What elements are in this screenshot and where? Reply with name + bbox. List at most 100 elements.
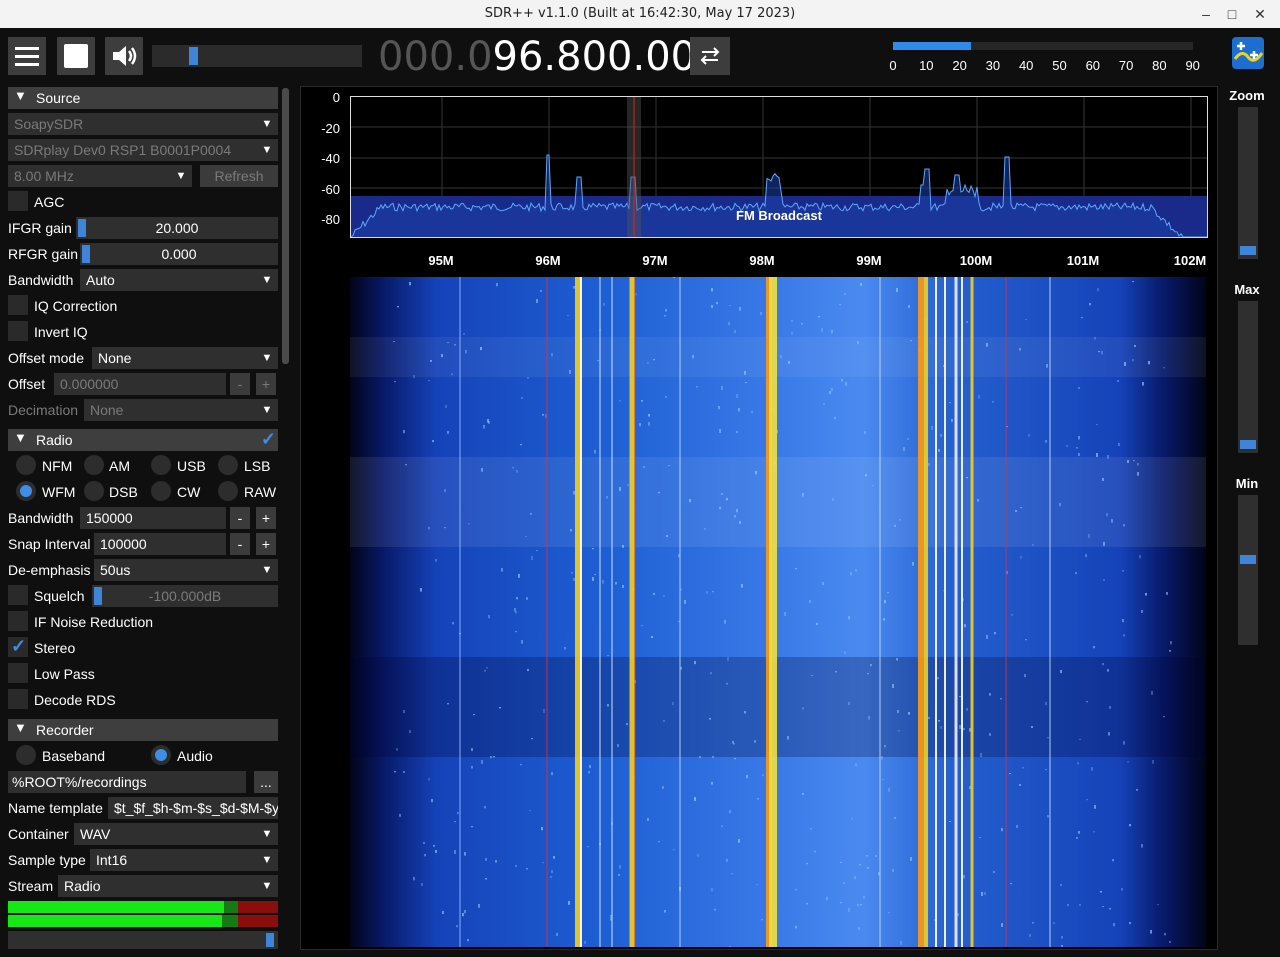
rfgr-gain-slider[interactable]: 0.000 bbox=[80, 243, 278, 265]
sample-rate-select[interactable]: 8.00 MHz ▼ bbox=[8, 165, 192, 187]
zoom-slider[interactable] bbox=[1238, 107, 1258, 259]
waterfall-speckle bbox=[464, 852, 466, 856]
source-driver-select[interactable]: SoapySDR ▼ bbox=[8, 113, 278, 135]
offset-input[interactable]: 0.000000 bbox=[54, 373, 226, 395]
squelch-checkbox[interactable] bbox=[8, 585, 28, 605]
recorder-volume-slider[interactable] bbox=[8, 931, 278, 949]
offset-increment-button[interactable]: + bbox=[256, 373, 276, 395]
ifgr-gain-slider[interactable]: 20.000 bbox=[76, 217, 278, 239]
baseband-radio[interactable] bbox=[16, 745, 36, 765]
radio-bandwidth-input[interactable]: 150000 bbox=[80, 507, 226, 529]
waterfall-speckle bbox=[521, 397, 523, 399]
volume-slider-thumb[interactable] bbox=[189, 47, 198, 65]
audio-radio[interactable] bbox=[151, 745, 171, 765]
spectrum-plot[interactable]: FM Broadcast bbox=[350, 96, 1208, 238]
mute-button[interactable] bbox=[105, 37, 143, 75]
waterfall-speckle bbox=[1045, 702, 1047, 706]
offset-value: 0.000000 bbox=[60, 376, 119, 392]
device-select[interactable]: SDRplay Dev0 RSP1 B0001P0004 ▼ bbox=[8, 139, 278, 161]
snap-interval-value: 100000 bbox=[100, 536, 147, 552]
agc-checkbox[interactable] bbox=[8, 191, 28, 211]
menu-button[interactable] bbox=[8, 37, 46, 75]
waterfall-speckle bbox=[724, 620, 726, 624]
offset-decrement-button[interactable]: - bbox=[230, 373, 250, 395]
spectrum-x-tick: 99M bbox=[856, 253, 882, 268]
invert-iq-checkbox[interactable] bbox=[8, 321, 28, 341]
waterfall-speckle bbox=[1001, 828, 1003, 832]
rfgr-label: RFGR gain bbox=[8, 246, 79, 262]
waterfall-speckle bbox=[898, 730, 900, 732]
stop-button[interactable] bbox=[57, 37, 95, 75]
recording-path-input[interactable]: %ROOT%/recordings bbox=[8, 771, 246, 793]
frequency-display[interactable]: 000.096.800.000 bbox=[378, 34, 722, 80]
mode-radio-raw[interactable] bbox=[218, 481, 238, 501]
close-icon[interactable]: ✕ bbox=[1250, 4, 1270, 24]
deemphasis-select[interactable]: 50us ▼ bbox=[94, 559, 278, 581]
waterfall-speckle bbox=[430, 360, 432, 362]
waterfall-speckle bbox=[393, 341, 395, 343]
waterfall-speckle bbox=[1081, 317, 1083, 319]
maximize-icon[interactable]: □ bbox=[1222, 4, 1242, 24]
frequency-digits[interactable]: 96.800.000 bbox=[493, 34, 722, 80]
decode-rds-checkbox[interactable] bbox=[8, 689, 28, 709]
snr-meter-fill bbox=[893, 42, 971, 50]
radio-header[interactable]: ▼ Radio ✓ bbox=[8, 429, 278, 451]
container-select[interactable]: WAV ▼ bbox=[74, 823, 278, 845]
mode-radio-dsb[interactable] bbox=[84, 481, 104, 501]
snap-increment-button[interactable]: + bbox=[256, 533, 276, 555]
waterfall-speckle bbox=[738, 408, 740, 412]
iq-correction-checkbox[interactable] bbox=[8, 295, 28, 315]
sample-type-select[interactable]: Int16 ▼ bbox=[90, 849, 278, 871]
waterfall-speckle bbox=[839, 304, 841, 306]
volume-slider[interactable] bbox=[152, 45, 362, 67]
mode-radio-cw[interactable] bbox=[151, 481, 171, 501]
name-template-input[interactable]: $t_$f_$h-$m-$s_$d-$M-$y bbox=[108, 797, 278, 819]
waterfall-speckle bbox=[1025, 319, 1027, 321]
radio-enabled-check-icon[interactable]: ✓ bbox=[261, 429, 276, 450]
side-panel-scrollbar[interactable] bbox=[282, 88, 289, 364]
refresh-button[interactable]: Refresh bbox=[200, 165, 278, 187]
recorder-volume-thumb[interactable] bbox=[266, 933, 274, 947]
waterfall-speckle bbox=[908, 712, 910, 715]
waterfall-speckle bbox=[428, 778, 430, 781]
stereo-checkbox[interactable] bbox=[8, 636, 28, 657]
recorder-header[interactable]: ▼ Recorder bbox=[8, 719, 278, 741]
mode-radio-usb[interactable] bbox=[151, 455, 171, 475]
stop-icon bbox=[64, 44, 88, 68]
zoom-slider-thumb[interactable] bbox=[1240, 246, 1256, 255]
waterfall-speckle bbox=[394, 381, 396, 383]
name-template-value: $t_$f_$h-$m-$s_$d-$M-$y bbox=[114, 800, 278, 816]
min-slider-thumb[interactable] bbox=[1240, 555, 1256, 564]
source-bandwidth-select[interactable]: Auto ▼ bbox=[80, 269, 278, 291]
if-noise-reduction-checkbox[interactable] bbox=[8, 611, 28, 631]
waterfall-speckle bbox=[673, 277, 675, 279]
source-header[interactable]: ▼ Source bbox=[8, 87, 278, 109]
offset-mode-select[interactable]: None ▼ bbox=[92, 347, 278, 369]
max-slider[interactable] bbox=[1238, 301, 1258, 453]
snap-decrement-button[interactable]: - bbox=[230, 533, 250, 555]
bandwidth-decrement-button[interactable]: - bbox=[230, 507, 250, 529]
mode-radio-am[interactable] bbox=[84, 455, 104, 475]
mode-radio-lsb[interactable] bbox=[218, 455, 238, 475]
waterfall-speckle bbox=[712, 756, 714, 758]
bandwidth-increment-button[interactable]: + bbox=[256, 507, 276, 529]
minimize-icon[interactable]: – bbox=[1196, 4, 1216, 24]
waterfall-speckle bbox=[860, 283, 862, 286]
decimation-select[interactable]: None ▼ bbox=[84, 399, 278, 421]
waterfall-speckle bbox=[1086, 799, 1088, 801]
max-slider-thumb[interactable] bbox=[1240, 440, 1256, 449]
squelch-slider[interactable]: -100.000dB bbox=[92, 585, 278, 607]
waterfall-speckle bbox=[481, 468, 483, 472]
mode-radio-nfm[interactable] bbox=[16, 455, 36, 475]
waterfall-speckle bbox=[966, 321, 968, 323]
min-slider[interactable] bbox=[1238, 495, 1258, 645]
frequency-leading-digits[interactable]: 000.0 bbox=[378, 34, 493, 80]
stream-select[interactable]: Radio ▼ bbox=[58, 875, 278, 897]
low-pass-checkbox[interactable] bbox=[8, 663, 28, 683]
swap-button[interactable] bbox=[690, 37, 730, 75]
snap-interval-input[interactable]: 100000 bbox=[94, 533, 226, 555]
mode-radio-wfm[interactable] bbox=[16, 481, 36, 501]
waterfall-display[interactable] bbox=[350, 277, 1206, 947]
waterfall-speckle bbox=[727, 657, 729, 661]
browse-button[interactable]: ... bbox=[254, 771, 278, 793]
